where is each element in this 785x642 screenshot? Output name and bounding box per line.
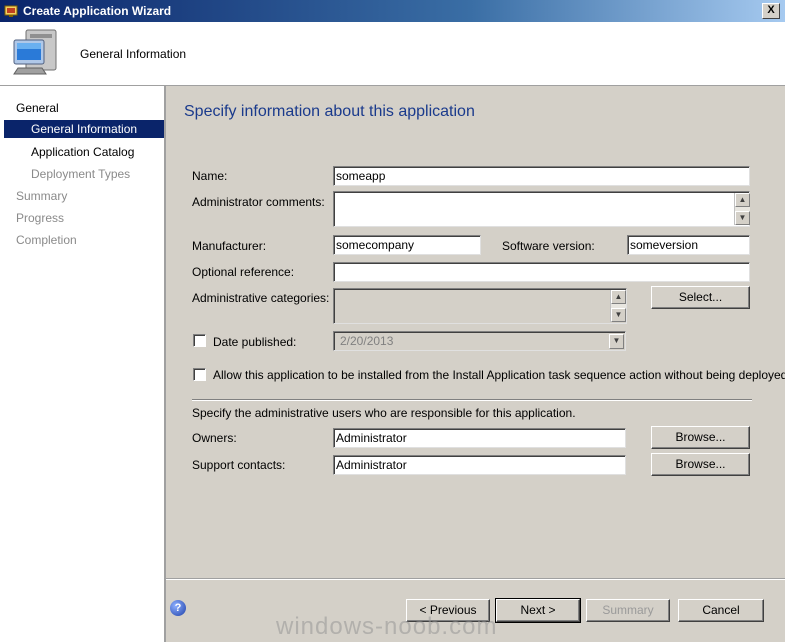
date-published-label: Date published: [213,335,297,349]
scroll-down-icon[interactable]: ▼ [735,211,750,225]
select-categories-button[interactable]: Select... [651,286,750,309]
software-version-label: Software version: [502,239,595,253]
sidebar-item-label: General Information [31,122,138,136]
summary-button[interactable]: Summary [586,599,670,622]
window-title: Create Application Wizard [23,4,172,18]
date-published-checkbox[interactable] [193,334,206,347]
allow-install-label: Allow this application to be installed f… [213,368,785,382]
sidebar-item-general-information[interactable]: General Information [4,120,164,138]
close-button[interactable]: X [762,3,780,19]
section-divider [192,399,752,401]
sidebar-item-summary[interactable]: Summary [16,189,67,203]
wizard-app-icon [4,5,18,17]
software-version-input[interactable]: someversion [627,235,750,255]
scroll-up-icon[interactable]: ▲ [611,290,626,304]
admin-categories-scrollbar[interactable]: ▲ ▼ [610,290,626,322]
browse-owners-button[interactable]: Browse... [651,426,750,449]
manufacturer-label: Manufacturer: [192,239,267,253]
next-button[interactable]: Next > [495,598,581,623]
sidebar-item-completion[interactable]: Completion [16,233,77,247]
name-input[interactable]: someapp [333,166,750,186]
admin-categories-list[interactable] [333,288,627,324]
optional-reference-input[interactable] [333,262,750,282]
manufacturer-input[interactable]: somecompany [333,235,481,255]
admin-categories-label: Administrative categories: [192,291,330,305]
chevron-down-icon[interactable]: ▼ [609,334,624,349]
scroll-up-icon[interactable]: ▲ [735,193,750,207]
optional-reference-label: Optional reference: [192,265,295,279]
sidebar-item-application-catalog[interactable]: Application Catalog [31,145,134,159]
admin-comments-scrollbar[interactable]: ▲ ▼ [734,193,750,225]
help-icon[interactable]: ? [170,600,186,616]
sidebar-item-general[interactable]: General [16,101,59,115]
owners-label: Owners: [192,431,237,445]
watermark-text: windows-noob.com [276,613,498,640]
support-contacts-input[interactable]: Administrator [333,455,626,475]
page-title: Specify information about this applicati… [184,103,475,120]
wizard-header: General Information [0,22,785,86]
allow-install-checkbox[interactable] [193,368,206,381]
footer-divider [166,578,785,580]
scroll-down-icon[interactable]: ▼ [611,308,626,322]
header-title: General Information [80,47,187,61]
admin-users-text: Specify the administrative users who are… [192,406,576,420]
title-bar[interactable]: Create Application Wizard X [0,0,785,22]
wizard-sidebar: General General Information Application … [0,86,166,642]
date-published-picker[interactable]: 2/20/2013 [333,331,626,351]
owners-input[interactable]: Administrator [333,428,626,448]
sidebar-item-progress[interactable]: Progress [16,211,64,225]
computer-icon [13,29,57,75]
name-label: Name: [192,169,228,183]
wizard-window: Create Application Wizard X General Info… [0,0,785,642]
browse-support-contacts-button[interactable]: Browse... [651,453,750,476]
sidebar-item-deployment-types[interactable]: Deployment Types [31,167,130,181]
support-contacts-label: Support contacts: [192,458,286,472]
admin-comments-input[interactable] [333,191,750,227]
admin-comments-label: Administrator comments: [192,195,325,209]
wizard-content: Specify information about this applicati… [166,86,785,642]
cancel-button[interactable]: Cancel [678,599,764,622]
